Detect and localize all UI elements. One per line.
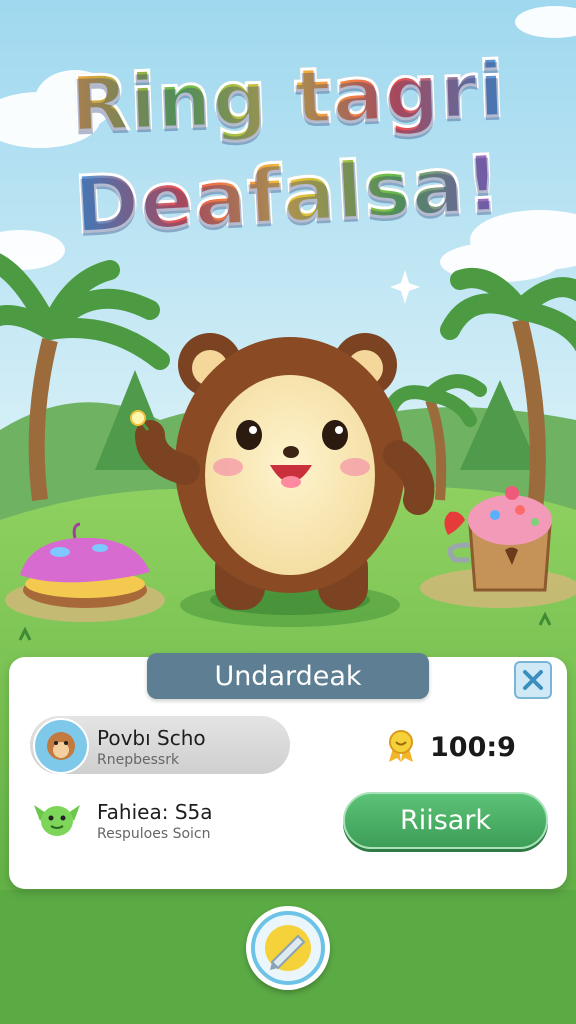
player1-subtitle: Rnepbessrk xyxy=(97,752,180,768)
score-value: 100:9 xyxy=(430,732,516,763)
player1-avatar xyxy=(33,718,89,774)
action-button-label: Riisark xyxy=(399,805,492,836)
green-creature-icon xyxy=(34,805,80,836)
edit-button[interactable] xyxy=(246,906,330,990)
action-button[interactable]: Riisark xyxy=(343,792,548,849)
player1-name: Povbı Scho xyxy=(97,726,206,750)
monkey-avatar-icon xyxy=(47,732,75,760)
player2-avatar xyxy=(30,795,84,843)
close-button[interactable] xyxy=(514,661,552,699)
pencil-icon xyxy=(251,911,325,985)
panel-header-label: Undardeak xyxy=(214,660,362,692)
panel-header: Undardeak xyxy=(147,653,429,699)
medal-icon xyxy=(389,730,413,762)
player2-name: Fahiea: S5a xyxy=(97,800,213,824)
close-x-icon xyxy=(523,670,543,690)
player2-subtitle: Respuloes Soicn xyxy=(97,826,211,842)
